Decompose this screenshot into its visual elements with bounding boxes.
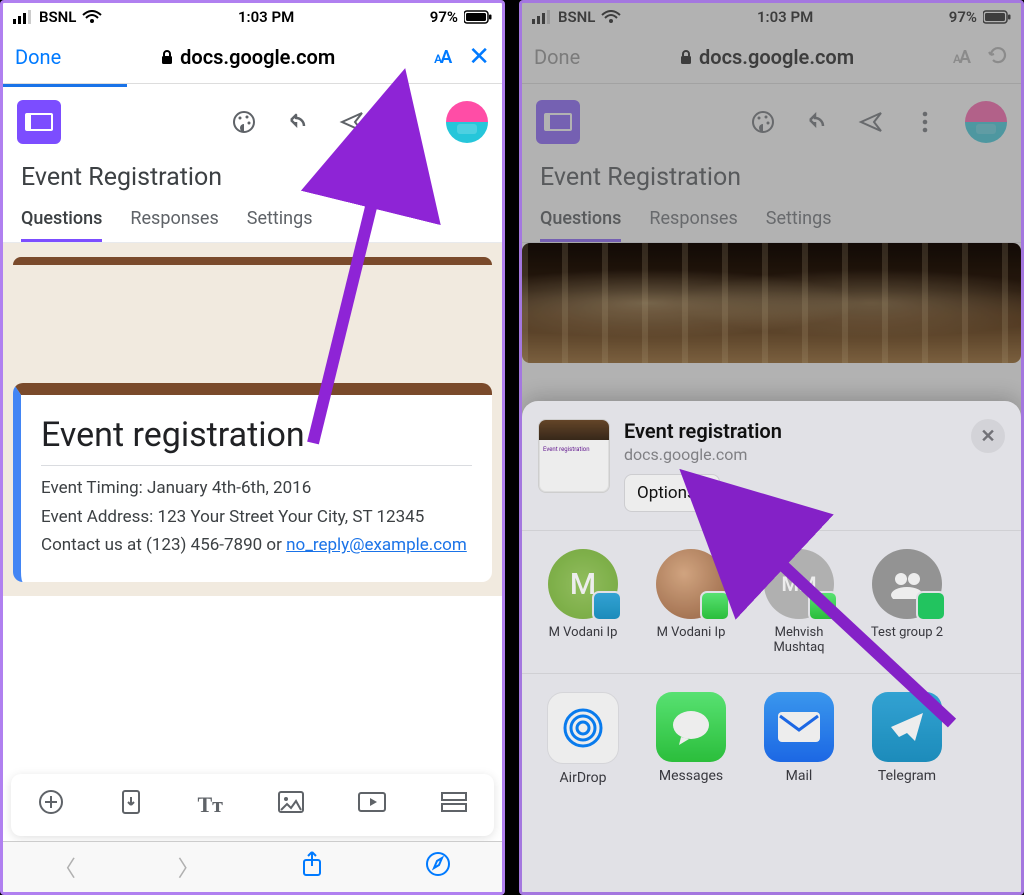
- contact-name: Test group 2: [862, 625, 952, 640]
- back-icon[interactable]: 〈: [54, 851, 76, 883]
- form-heading: Event registration: [41, 415, 472, 455]
- share-apps-row: AirDrop Messages Mail Telegram: [522, 674, 1021, 804]
- avatar[interactable]: [446, 101, 488, 143]
- form-tabs: Questions Responses Settings: [3, 198, 502, 243]
- share-app-mail[interactable]: Mail: [754, 692, 844, 786]
- contact-email-link[interactable]: no_reply@example.com: [286, 535, 467, 555]
- clock: 1:03 PM: [238, 8, 294, 26]
- title-card[interactable]: Event registration Event Timing: January…: [13, 383, 492, 582]
- safari-footer: 〈 〉: [3, 841, 502, 892]
- app-label: AirDrop: [538, 770, 628, 786]
- done-button[interactable]: Done: [15, 45, 61, 69]
- options-button[interactable]: Options ›: [624, 474, 720, 512]
- signal-icon: [13, 10, 33, 24]
- more-vert-icon[interactable]: [392, 108, 420, 136]
- add-question-icon[interactable]: [38, 789, 64, 821]
- undo-icon[interactable]: [284, 108, 312, 136]
- tab-questions[interactable]: Questions: [21, 198, 102, 242]
- desc-line: Event Address: 123 Your Street Your City…: [41, 505, 472, 530]
- reader-aa-button[interactable]: AA: [434, 47, 450, 68]
- add-video-icon[interactable]: [358, 792, 386, 818]
- share-contact[interactable]: Test group 2: [862, 549, 952, 655]
- form-title: Event Registration: [3, 157, 502, 198]
- share-subtitle: docs.google.com: [624, 445, 957, 464]
- forms-logo-icon[interactable]: [17, 100, 61, 144]
- share-thumbnail: [538, 419, 610, 493]
- wifi-icon: [82, 10, 102, 24]
- desc-line: Event Timing: January 4th-6th, 2016: [41, 476, 472, 501]
- carrier: BSNL: [39, 8, 76, 26]
- battery-pct: 97%: [430, 8, 458, 26]
- share-app-messages[interactable]: Messages: [646, 692, 736, 786]
- app-label: Messages: [646, 768, 736, 784]
- tab-settings[interactable]: Settings: [247, 198, 313, 242]
- send-icon[interactable]: [338, 108, 366, 136]
- safari-compass-icon[interactable]: [425, 851, 451, 883]
- app-label: Telegram: [862, 768, 952, 784]
- share-contact[interactable]: MM Vodani Ip: [538, 549, 628, 655]
- share-contacts-row: MM Vodani IpM Vodani IpMMMehvish Mushtaq…: [522, 531, 1021, 674]
- contact-name: M Vodani Ip: [538, 625, 628, 640]
- add-section-icon[interactable]: [441, 792, 467, 818]
- url-text: docs.google.com: [180, 45, 335, 69]
- status-bar: BSNL 1:03 PM 97%: [3, 3, 502, 31]
- chevron-right-icon: ›: [702, 483, 707, 503]
- forward-icon[interactable]: 〉: [178, 851, 200, 883]
- forms-app-bar: [3, 84, 502, 157]
- lock-icon: [160, 49, 174, 65]
- share-app-telegram[interactable]: Telegram: [862, 692, 952, 786]
- palette-icon[interactable]: [230, 108, 258, 136]
- contact-name: Mehvish Mushtaq: [754, 625, 844, 655]
- form-body: Event registration Event Timing: January…: [3, 243, 502, 596]
- share-contact[interactable]: M Vodani Ip: [646, 549, 736, 655]
- add-image-icon[interactable]: [278, 791, 304, 819]
- tab-responses[interactable]: Responses: [130, 198, 218, 242]
- share-sheet: Event registration docs.google.com Optio…: [522, 401, 1021, 892]
- share-icon[interactable]: [301, 851, 323, 883]
- import-questions-icon[interactable]: [119, 789, 143, 821]
- safari-toolbar: Done docs.google.com AA ✕: [3, 31, 502, 84]
- add-title-icon[interactable]: Tᴛ: [197, 792, 222, 818]
- share-contact[interactable]: MMMehvish Mushtaq: [754, 549, 844, 655]
- desc-line: Contact us at (123) 456-7890 or no_reply…: [41, 533, 472, 558]
- app-label: Mail: [754, 768, 844, 784]
- url-bar[interactable]: docs.google.com: [160, 45, 335, 69]
- share-title: Event registration: [624, 419, 957, 443]
- phone-left: BSNL 1:03 PM 97% Done docs.google.com AA…: [0, 0, 505, 895]
- phone-right: BSNL 1:03 PM 97% Done docs.google.com AA: [519, 0, 1024, 895]
- stop-close-button[interactable]: ✕: [468, 42, 490, 72]
- header-image-card[interactable]: [13, 257, 492, 365]
- share-app-airdrop[interactable]: AirDrop: [538, 692, 628, 786]
- contact-name: M Vodani Ip: [646, 625, 736, 640]
- question-toolbar: Tᴛ: [11, 774, 494, 836]
- close-icon[interactable]: ✕: [971, 419, 1005, 453]
- battery-icon: [464, 10, 492, 24]
